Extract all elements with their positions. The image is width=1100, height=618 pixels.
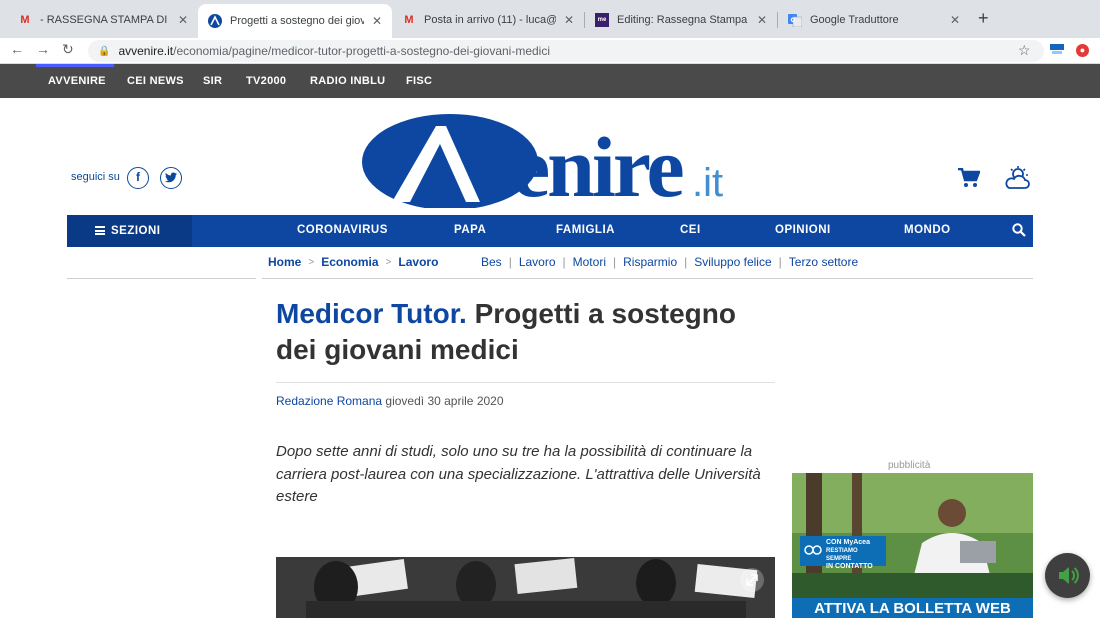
nav-item-opinioni[interactable]: OPINIONI (775, 224, 831, 236)
facebook-icon[interactable]: f (127, 167, 149, 189)
url-path: /economia/pagine/medicor-tutor-progetti-… (173, 44, 551, 58)
network-link-sir[interactable]: SIR (203, 75, 222, 87)
ad-badge-line2: RESTIAMO SEMPRE (826, 548, 858, 562)
tab-title: Editing: Rassegna Stampa | Me (617, 14, 749, 26)
close-icon[interactable]: ✕ (372, 14, 382, 28)
extension-icon[interactable] (1048, 43, 1066, 57)
close-icon[interactable]: ✕ (178, 13, 188, 27)
close-icon[interactable]: ✕ (950, 13, 960, 27)
url-host: avvenire.it (118, 44, 174, 58)
browser-toolbar: ← → ↻ 🔒 avvenire.it/economia/pagine/medi… (0, 38, 1100, 64)
lock-icon: 🔒 (98, 45, 111, 57)
ad-label: pubblicità (888, 460, 931, 471)
pipe-divider: | (778, 255, 782, 269)
tab-title: Google Traduttore (810, 14, 899, 26)
breadcrumb-separator: > (385, 256, 392, 268)
nav-item-coronavirus[interactable]: CORONAVIRUS (297, 224, 388, 236)
breadcrumb-lavoro[interactable]: Lavoro (398, 255, 438, 269)
twitter-icon[interactable] (160, 167, 182, 189)
sublink-motori[interactable]: Motori (573, 255, 606, 269)
pipe-divider: | (684, 255, 688, 269)
section-nav: SEZIONI CORONAVIRUS PAPA FAMIGLIA CEI OP… (67, 215, 1033, 247)
article-author[interactable]: Redazione Romana (276, 394, 382, 408)
breadcrumb-separator: > (308, 256, 315, 268)
ad-cta[interactable]: ATTIVA LA BOLLETTA WEB (792, 598, 1033, 618)
acea-logo-icon (804, 543, 822, 557)
sublink-sviluppo-felice[interactable]: Sviluppo felice (694, 255, 771, 269)
audio-player-button[interactable] (1045, 553, 1090, 598)
article-byline: Redazione Romana giovedì 30 aprile 2020 (276, 394, 504, 408)
nav-item-mondo[interactable]: MONDO (904, 224, 951, 236)
address-bar[interactable]: 🔒 avvenire.it/economia/pagine/medicor-tu… (88, 40, 1044, 62)
sublink-bes[interactable]: Bes (481, 255, 502, 269)
gmail-icon: M (404, 14, 414, 26)
subsection-links: Bes | Lavoro | Motori | Risparmio | Sviluppo… (481, 255, 858, 269)
bookmark-star-icon[interactable]: ☆ (1018, 42, 1031, 59)
speaker-icon (1059, 567, 1079, 584)
tab-title: - RASSEGNA STAMPA DI VENE (40, 14, 170, 26)
article-date: giovedì 30 aprile 2020 (385, 394, 504, 408)
ad-badge-line3: IN CONTATTO (826, 563, 873, 570)
nav-item-cei[interactable]: CEI (680, 224, 701, 236)
network-link-cei-news[interactable]: CEI NEWS (127, 75, 184, 87)
sections-label: SEZIONI (111, 225, 161, 237)
editor-icon: me (595, 13, 609, 27)
translate-icon: G (788, 13, 802, 27)
divider (67, 278, 256, 279)
divider (276, 382, 775, 383)
new-tab-icon[interactable]: + (978, 8, 989, 29)
browser-tab-translate[interactable]: G Google Traduttore ✕ (778, 6, 970, 34)
browser-tab-strip: M - RASSEGNA STAMPA DI VENE ✕ Progetti a… (0, 0, 1100, 38)
network-link-tv2000[interactable]: TV2000 (246, 75, 286, 87)
browser-tab-rassegna[interactable]: M - RASSEGNA STAMPA DI VENE ✕ (8, 6, 198, 34)
weather-icon[interactable] (1003, 166, 1031, 195)
avvenire-icon (208, 14, 222, 28)
close-icon[interactable]: ✕ (757, 13, 767, 27)
breadcrumb-home[interactable]: Home (268, 255, 301, 269)
browser-tab-posta[interactable]: M Posta in arrivo (11) - luca@medi ✕ (392, 6, 584, 34)
tab-title: Progetti a sostegno dei giovani (230, 15, 364, 27)
network-link-radio-inblu[interactable]: RADIO INBLU (310, 75, 385, 87)
forward-icon[interactable]: → (36, 41, 50, 57)
pipe-divider: | (508, 255, 512, 269)
svg-text:G: G (791, 17, 796, 24)
search-icon[interactable] (1012, 223, 1026, 242)
follow-label: seguici su (71, 171, 120, 183)
divider (262, 278, 1033, 279)
adblock-icon[interactable]: ● (1076, 44, 1089, 57)
reload-icon[interactable]: ↻ (62, 41, 74, 58)
tab-title: Posta in arrivo (11) - luca@medi (424, 14, 556, 26)
article-photo[interactable] (276, 557, 775, 618)
ad-badge-line1: CON MyAcea (826, 539, 870, 546)
article-headline: Medicor Tutor. Progetti a sostegno dei g… (276, 296, 776, 368)
expand-icon[interactable] (740, 568, 764, 592)
nav-item-famiglia[interactable]: FAMIGLIA (556, 224, 615, 236)
gmail-icon: M (20, 14, 30, 26)
sections-menu-button[interactable]: SEZIONI (67, 215, 192, 247)
article-lead: Dopo sette anni di studi, solo uno su tr… (276, 443, 761, 505)
close-icon[interactable]: ✕ (564, 13, 574, 27)
nav-item-papa[interactable]: PAPA (454, 224, 486, 236)
avvenire-logo[interactable]: venire .it (362, 112, 740, 215)
pipe-divider: | (562, 255, 566, 269)
sublink-lavoro[interactable]: Lavoro (519, 255, 556, 269)
breadcrumb: Home > Economia > Lavoro (268, 255, 438, 269)
svg-text:venire: venire (472, 119, 683, 208)
hamburger-icon (95, 226, 105, 235)
back-icon[interactable]: ← (10, 41, 24, 57)
browser-tab-editing[interactable]: me Editing: Rassegna Stampa | Me ✕ (585, 6, 777, 34)
sublink-terzo-settore[interactable]: Terzo settore (789, 255, 858, 269)
svg-text:.it: .it (692, 161, 723, 205)
breadcrumb-economia[interactable]: Economia (321, 255, 378, 269)
active-indicator (36, 64, 114, 67)
ad-badge: CON MyAcea RESTIAMO SEMPRE IN CONTATTO (800, 536, 886, 570)
network-bar: AVVENIRE CEI NEWS SIR TV2000 RADIO INBLU… (0, 64, 1100, 98)
browser-tab-avvenire[interactable]: Progetti a sostegno dei giovani ✕ (198, 4, 392, 38)
network-link-avvenire[interactable]: AVVENIRE (48, 75, 106, 87)
sublink-risparmio[interactable]: Risparmio (623, 255, 677, 269)
network-link-fisc[interactable]: FISC (406, 75, 432, 87)
cart-icon[interactable] (958, 167, 981, 193)
headline-kicker: Medicor Tutor. (276, 298, 467, 329)
pipe-divider: | (612, 255, 617, 269)
